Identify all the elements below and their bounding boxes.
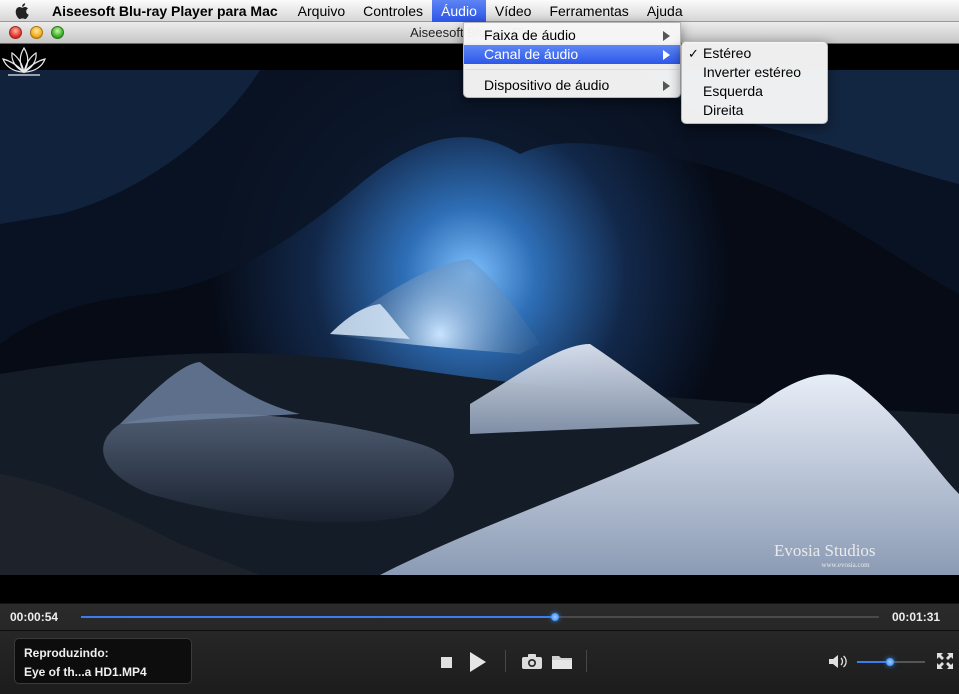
fullscreen-button[interactable] — [937, 653, 953, 674]
app-name[interactable]: Aiseesoft Blu-ray Player para Mac — [44, 3, 289, 19]
watermark: Evosia Studios www.evosia.com — [774, 541, 876, 569]
volume-button[interactable] — [828, 653, 850, 675]
lotus-logo-icon — [2, 46, 46, 76]
stop-icon — [441, 657, 452, 668]
stop-button[interactable] — [440, 656, 454, 670]
seek-bar[interactable] — [81, 613, 879, 621]
menubar: Aiseesoft Blu-ray Player para Mac Arquiv… — [0, 0, 959, 22]
fullscreen-icon — [937, 653, 953, 669]
time-current: 00:00:54 — [10, 610, 59, 624]
video-frame — [0, 44, 959, 603]
camera-icon — [522, 654, 542, 669]
menu-item-label: Esquerda — [703, 83, 763, 99]
divider — [505, 650, 506, 672]
menu-item-label: Faixa de áudio — [484, 27, 576, 43]
play-button[interactable] — [468, 651, 488, 673]
divider — [0, 630, 959, 631]
menu-ajuda[interactable]: Ajuda — [638, 0, 692, 22]
menu-item-esquerda[interactable]: Esquerda — [682, 82, 827, 101]
snapshot-button[interactable] — [521, 653, 543, 675]
audio-channel-submenu: ✓ Estéreo Inverter estéreo Esquerda Dire… — [681, 41, 828, 124]
volume-slider[interactable] — [857, 658, 925, 666]
menu-item-dispositivo-de-audio[interactable]: Dispositivo de áudio — [464, 76, 680, 95]
now-playing-label: Reproduzindo: — [24, 646, 109, 660]
menu-video[interactable]: Vídeo — [486, 0, 541, 22]
menu-item-label: Inverter estéreo — [703, 64, 802, 80]
menu-arquivo[interactable]: Arquivo — [289, 0, 354, 22]
menu-ferramentas[interactable]: Ferramentas — [540, 0, 637, 22]
menu-item-label: Canal de áudio — [484, 46, 579, 62]
video-area[interactable]: Evosia Studios www.evosia.com — [0, 44, 959, 603]
audio-menu: Faixa de áudio Canal de áudio Dispositiv… — [463, 22, 681, 98]
apple-icon[interactable] — [0, 2, 44, 19]
speaker-icon — [829, 655, 847, 668]
control-bar: 00:00:54 00:01:31 Reproduzindo: Eye of t… — [0, 603, 959, 694]
menu-item-estereo[interactable]: ✓ Estéreo — [682, 44, 827, 63]
menu-audio[interactable]: Áudio — [432, 0, 486, 22]
menu-item-inverter-estereo[interactable]: Inverter estéreo — [682, 63, 827, 82]
watermark-url: www.evosia.com — [821, 561, 870, 569]
submenu-arrow-icon — [663, 31, 670, 41]
menu-item-faixa-de-audio[interactable]: Faixa de áudio — [464, 26, 680, 45]
checkmark-icon: ✓ — [688, 46, 699, 61]
seek-knob[interactable] — [551, 613, 559, 621]
menu-item-label: Estéreo — [703, 45, 752, 61]
time-total: 00:01:31 — [892, 610, 941, 624]
play-icon — [470, 652, 486, 672]
now-playing-panel: Reproduzindo: Eye of th...a HD1.MP4 — [14, 638, 192, 684]
menu-item-label: Direita — [703, 102, 744, 118]
open-folder-button[interactable] — [551, 653, 573, 675]
watermark-name: Evosia Studios — [774, 541, 876, 560]
menu-item-direita[interactable]: Direita — [682, 101, 827, 120]
folder-icon — [552, 656, 572, 669]
seek-bar-fill — [81, 616, 555, 618]
menu-item-canal-de-audio[interactable]: Canal de áudio — [464, 45, 680, 64]
menu-item-label: Dispositivo de áudio — [484, 77, 610, 93]
now-playing-file: Eye of th...a HD1.MP4 — [24, 665, 147, 679]
submenu-arrow-icon — [663, 81, 670, 91]
submenu-arrow-icon — [663, 50, 670, 60]
menu-controles[interactable]: Controles — [354, 0, 432, 22]
volume-knob[interactable] — [886, 658, 895, 666]
divider — [586, 650, 587, 672]
menu-separator — [465, 69, 679, 70]
volume-slider-fill — [857, 661, 891, 663]
